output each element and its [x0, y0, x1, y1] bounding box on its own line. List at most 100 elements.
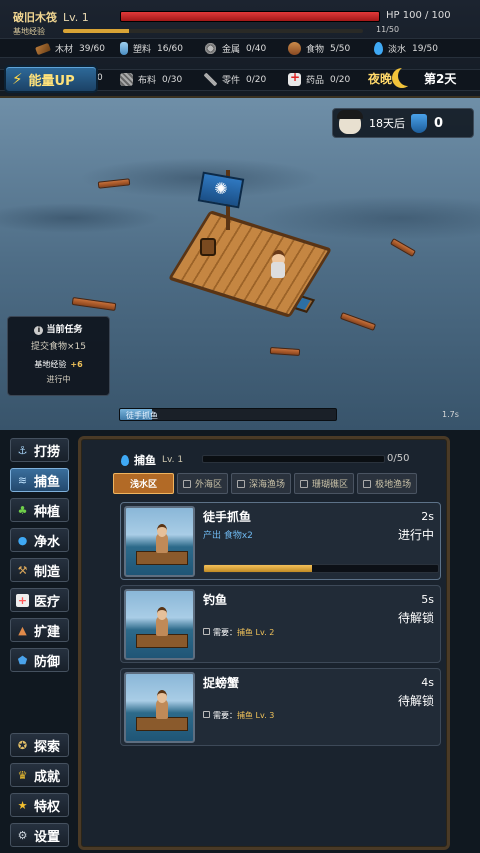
activity-status: 进行中 [397, 528, 434, 542]
build-icon: ▲ [18, 623, 27, 637]
activity-card-hand-fishing[interactable]: 徒手抓鱼 产出 食物x2 2s 进行中 [120, 502, 441, 580]
resource-plastic: 塑料 16/60 [120, 42, 183, 55]
resource-row-1: 木材 39/60 塑料 16/60 金属 0/40 食物 5/50 淡水 19/50 [0, 38, 480, 58]
tab-outer-sea[interactable]: 外海区 [177, 473, 229, 494]
activity-time: 2s [421, 510, 434, 523]
sidebar-item-medical[interactable]: + 医疗 [10, 588, 69, 612]
zone-tabs: 浅水区 外海区 深海渔场 珊瑚礁区 极地渔场 [113, 473, 418, 494]
sidebar-item-planting[interactable]: ♣ 种植 [10, 498, 69, 522]
activity-progress-bar [203, 564, 439, 573]
tab-coral-reef[interactable]: 珊瑚礁区 [294, 473, 355, 494]
sidebar-item-achievements[interactable]: ♛ 成就 [10, 763, 69, 787]
sidebar-item-fishing[interactable]: ≋ 捕鱼 [10, 468, 69, 492]
action-progress-time: 1.7s [442, 410, 459, 419]
tab-label: 深海渔场 [249, 480, 286, 490]
activity-card-rod-fishing[interactable]: 钓鱼 需要：捕鱼 Lv. 2 5s 待解锁 [120, 585, 441, 663]
sidebar-item-craft[interactable]: ⚒ 制造 [10, 558, 69, 582]
raid-warning[interactable]: 18天后 0 [332, 108, 474, 138]
resource-value: 16/60 [157, 43, 183, 54]
sidebar-item-label: 成就 [34, 769, 61, 785]
skill-exp-bar [202, 455, 385, 463]
requirement-label: 需要： [213, 628, 237, 637]
activity-time: 5s [421, 593, 434, 606]
task-reward: 基地经验 +6 [8, 359, 109, 370]
sprout-icon: ♣ [17, 503, 28, 517]
anchor-icon: ⚓ [17, 443, 28, 457]
sidebar-item-settings[interactable]: ⚙ 设置 [10, 823, 69, 847]
base-exp-bar [63, 29, 363, 33]
medkit-icon: + [16, 593, 29, 607]
activity-thumbnail [124, 589, 195, 660]
task-header-label: 当前任务 [46, 325, 83, 335]
raid-countdown: 18天后 [369, 117, 405, 130]
resource-value: 5/50 [330, 43, 351, 54]
pirate-skull-icon [337, 110, 363, 134]
fisher-figure [156, 607, 168, 636]
resource-value: 0/20 [246, 74, 267, 85]
barrel-icon [200, 238, 216, 256]
fisher-figure [156, 524, 168, 553]
activity-requirement: 需要：捕鱼 Lv. 2 [203, 627, 274, 638]
metal-icon [204, 42, 217, 55]
fishing-panel: 捕鱼 Lv. 1 0/50 浅水区 外海区 深海渔场 珊瑚礁区 极地渔场 徒手抓… [78, 436, 450, 850]
sidebar-item-label: 打捞 [34, 444, 61, 460]
resource-value: 19/50 [412, 43, 438, 54]
activity-status: 待解锁 [397, 694, 434, 708]
task-reward-value: +6 [70, 360, 83, 369]
raft-title: 破旧木筏 Lv. 1 [13, 9, 89, 25]
sidebar-item-label: 净水 [34, 534, 61, 550]
activity-output: 产出 食物x2 [203, 531, 253, 541]
base-exp-label: 基地经验 [13, 27, 45, 36]
tab-polar[interactable]: 极地渔场 [357, 473, 418, 494]
sidebar-item-expand[interactable]: ▲ 扩建 [10, 618, 69, 642]
food-icon [288, 42, 301, 55]
sidebar-item-label: 种植 [34, 504, 61, 520]
resource-value: 39/60 [79, 43, 105, 54]
resource-name: 淡水 [388, 45, 407, 55]
requirement-value: 捕鱼 Lv. 2 [237, 628, 275, 637]
sidebar-item-defense[interactable]: ⬟ 防御 [10, 648, 69, 672]
resource-wood: 木材 39/60 [35, 42, 105, 55]
tab-shallow-water[interactable]: 浅水区 [113, 473, 175, 494]
resource-value: 0/20 [330, 74, 351, 85]
shield-icon: ⬟ [17, 653, 28, 667]
hammer-icon: ⚒ [17, 563, 28, 577]
requirement-label: 需要： [213, 711, 237, 720]
sidebar-item-label: 捕鱼 [34, 474, 61, 490]
activity-name: 徒手抓鱼 [203, 510, 252, 524]
plastic-icon [120, 42, 128, 55]
base-exp-bar-fill [63, 29, 129, 33]
action-progress-bar: 徒手抓鱼 [119, 408, 337, 421]
parts-icon [204, 73, 217, 86]
info-icon: i [34, 326, 44, 335]
raft-flag-icon [197, 171, 245, 209]
tab-deep-sea[interactable]: 深海渔场 [231, 473, 292, 494]
gear-icon: ⚙ [17, 828, 28, 842]
lock-icon [183, 479, 192, 488]
activity-card-crab-catching[interactable]: 捉螃蟹 需要：捕鱼 Lv. 3 4s 待解锁 [120, 668, 441, 746]
sidebar-item-salvage[interactable]: ⚓ 打捞 [10, 438, 69, 462]
sidebar-item-purify[interactable]: ● 净水 [10, 528, 69, 552]
defense-value: 0 [434, 115, 444, 131]
resource-food: 食物 5/50 [288, 42, 350, 55]
sidebar-item-explore[interactable]: ✪ 探索 [10, 733, 69, 757]
activity-name: 捉螃蟹 [203, 676, 240, 690]
activity-time: 4s [421, 676, 434, 689]
raft-level: Lv. 1 [63, 11, 89, 24]
sidebar-item-privileges[interactable]: ★ 特权 [10, 793, 69, 817]
lock-icon [203, 628, 210, 635]
lock-icon [203, 711, 210, 718]
sidebar-item-label: 探索 [34, 739, 61, 755]
lock-icon [300, 479, 309, 488]
sidebar-item-label: 防御 [34, 654, 61, 670]
wood-icon [35, 42, 51, 55]
task-header: i 当前任务 [8, 322, 109, 335]
resource-water: 淡水 19/50 [374, 42, 438, 55]
current-task-panel[interactable]: i 当前任务 提交食物×15 基地经验 +6 进行中 [7, 316, 110, 396]
day-counter: 第2天 [424, 72, 457, 86]
player-raft[interactable] [167, 170, 333, 320]
fish-icon: ≋ [17, 473, 28, 487]
skill-name: 捕鱼 [134, 454, 156, 467]
resource-name: 零件 [222, 76, 241, 86]
energy-up-button[interactable]: ⚡ 能量UP [4, 65, 98, 93]
